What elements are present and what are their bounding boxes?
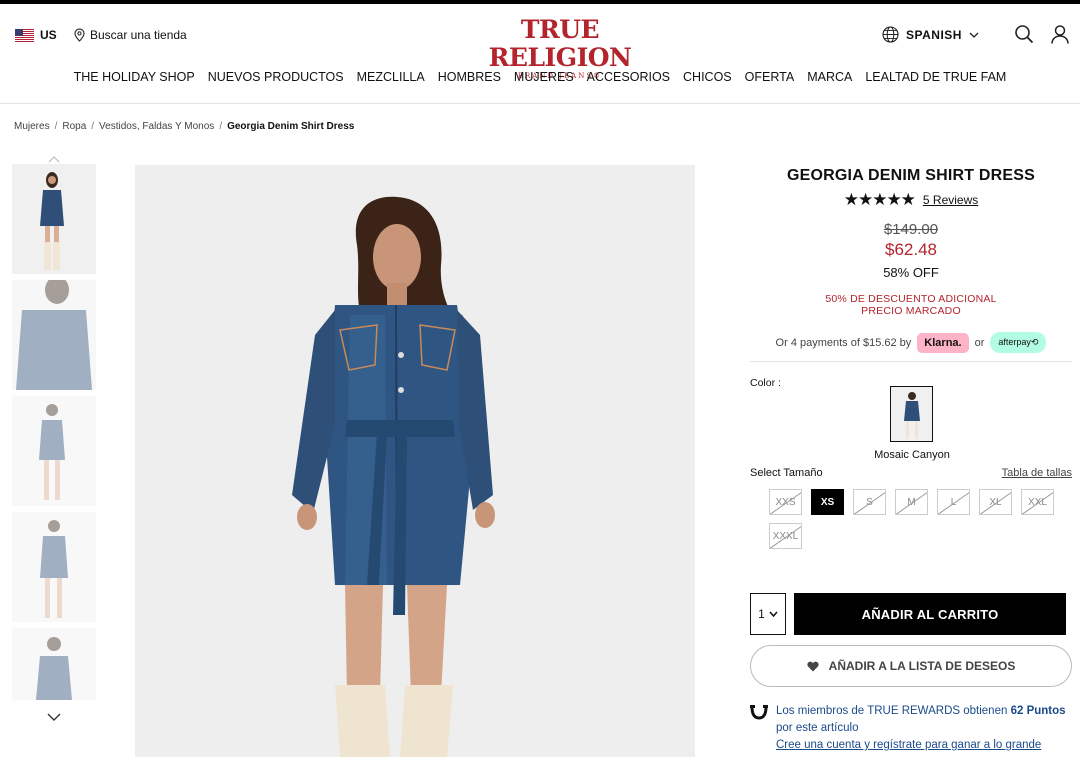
size-option-xxl[interactable]: XXL: [1021, 489, 1054, 515]
product-thumbnail[interactable]: [12, 628, 96, 700]
add-to-cart-button[interactable]: AÑADIR AL CARRITO: [794, 593, 1066, 635]
afterpay-badge[interactable]: afterpay⟲: [990, 332, 1047, 353]
klarna-badge[interactable]: Klarna.: [917, 332, 969, 353]
nav-item-holiday-shop[interactable]: THE HOLIDAY SHOP: [67, 70, 201, 84]
size-option-s[interactable]: S: [853, 489, 886, 515]
size-option-xl[interactable]: XL: [979, 489, 1012, 515]
or-label: or: [974, 336, 985, 349]
swatch-image: [891, 387, 932, 441]
globe-icon: [882, 26, 899, 43]
promo-line: PRECIO MARCADO: [861, 305, 961, 317]
thumbnail-gallery: [12, 150, 96, 706]
size-options: XXS XS S M L XL XXL XXXL: [769, 489, 1069, 549]
breadcrumb-separator: /: [54, 121, 58, 132]
heart-icon: [807, 661, 819, 671]
discount-percent: 58% OFF: [883, 265, 939, 280]
breadcrumb-current: Georgia Denim Shirt Dress: [227, 121, 355, 132]
rewards-points: 62 Puntos: [1010, 705, 1066, 717]
selected-color-name: Mosaic Canyon: [874, 449, 950, 461]
product-info-panel: GEORGIA DENIM SHIRT DRESS ★★★★★ 5 Review…: [750, 160, 1072, 751]
size-option-m[interactable]: M: [895, 489, 928, 515]
product-thumbnail[interactable]: [12, 280, 96, 390]
wishlist-label: AÑADIR A LA LISTA DE DESEOS: [828, 659, 1016, 673]
chevron-down-icon: [769, 611, 778, 617]
country-selector[interactable]: US: [15, 28, 57, 42]
location-pin-icon: [74, 28, 85, 42]
language-label: SPANISH: [906, 27, 962, 42]
main-nav: THE HOLIDAY SHOP NUEVOS PRODUCTOS MEZCLI…: [0, 70, 1080, 84]
nav-item-new-products[interactable]: NUEVOS PRODUCTOS: [201, 70, 350, 84]
rewards-line: Los miembros de TRUE REWARDS obtienen 62…: [776, 703, 1066, 720]
breadcrumb-link[interactable]: Ropa: [62, 121, 86, 132]
product-thumbnail[interactable]: [12, 512, 96, 622]
thumbnail-image: [12, 512, 96, 622]
breadcrumb-link[interactable]: Vestidos, Faldas Y Monos: [99, 121, 214, 132]
rewards-info: Los miembros de TRUE REWARDS obtienen 62…: [750, 703, 1072, 754]
thumbnail-image: [12, 628, 96, 700]
rewards-prefix: Los miembros de TRUE REWARDS obtienen: [776, 705, 1008, 717]
rating-row: ★★★★★ 5 Reviews: [750, 190, 1072, 210]
size-header: Select Tamaño Tabla de tallas: [750, 467, 1072, 479]
site-header: US Buscar una tienda TRUE RELIGION BRAND…: [0, 4, 1080, 104]
true-rewards-horseshoe-icon: [750, 705, 768, 720]
breadcrumb-separator: /: [91, 121, 95, 132]
main-product-image[interactable]: [135, 165, 695, 757]
thumbnails-up-button[interactable]: [12, 150, 96, 164]
nav-item-accessories[interactable]: ACCESORIOS: [580, 70, 676, 84]
size-chart-link[interactable]: Tabla de tallas: [1002, 467, 1072, 479]
reviews-link[interactable]: 5 Reviews: [923, 193, 978, 207]
size-option-xxxl[interactable]: XXXL: [769, 523, 802, 549]
nav-item-kids[interactable]: CHICOS: [677, 70, 739, 84]
color-swatch-mosaic-canyon[interactable]: [890, 386, 933, 442]
product-thumbnail[interactable]: [12, 164, 96, 274]
size-option-xxs[interactable]: XXS: [769, 489, 802, 515]
sale-price: $62.48: [885, 240, 937, 259]
store-finder-label: Buscar una tienda: [90, 28, 187, 42]
chevron-up-icon: [48, 156, 60, 163]
thumbnails-down-button[interactable]: [12, 708, 96, 726]
nav-item-men[interactable]: HOMBRES: [431, 70, 507, 84]
nav-item-denim[interactable]: MEZCLILLA: [350, 70, 431, 84]
product-photo: [135, 165, 695, 757]
original-price: $149.00: [883, 221, 939, 238]
language-selector[interactable]: SPANISH: [882, 26, 979, 43]
quantity-value: 1: [758, 607, 765, 621]
installment-payments: Or 4 payments of $15.62 by Klarna. or af…: [750, 332, 1072, 362]
store-finder[interactable]: Buscar una tienda: [74, 28, 187, 42]
quantity-select[interactable]: 1: [750, 593, 786, 635]
size-label: Select Tamaño: [750, 467, 823, 479]
add-to-wishlist-button[interactable]: AÑADIR A LA LISTA DE DESEOS: [750, 645, 1072, 687]
promo-line: 50% DE DESCUENTO ADICIONAL: [825, 293, 997, 305]
size-option-l[interactable]: L: [937, 489, 970, 515]
breadcrumb: Mujeres / Ropa / Vestidos, Faldas Y Mono…: [14, 121, 354, 132]
nav-item-loyalty[interactable]: LEALTAD DE TRUE FAM: [859, 70, 1013, 84]
rewards-suffix: por este artículo: [776, 722, 859, 734]
logo-wordmark: TRUE RELIGION: [488, 15, 632, 72]
breadcrumb-link[interactable]: Mujeres: [14, 121, 50, 132]
nav-item-sale[interactable]: OFERTA: [738, 70, 801, 84]
account-icon[interactable]: [1050, 24, 1070, 44]
thumbnail-image: [12, 280, 96, 390]
thumbnail-image: [12, 164, 96, 274]
nav-item-brand[interactable]: MARCA: [801, 70, 859, 84]
country-label: US: [40, 28, 57, 42]
promo-message: 50% DE DESCUENTO ADICIONAL PRECIO MARCAD…: [750, 293, 1072, 317]
us-flag-icon: [15, 28, 34, 42]
create-account-link[interactable]: Cree una cuenta y regístrate para ganar …: [776, 737, 1066, 754]
breadcrumb-separator: /: [219, 121, 223, 132]
installment-text: Or 4 payments of $15.62 by: [775, 336, 912, 349]
thumbnail-image: [12, 396, 96, 506]
product-thumbnail[interactable]: [12, 396, 96, 506]
star-rating-icon: ★★★★★: [843, 190, 916, 209]
size-option-xs[interactable]: XS: [811, 489, 844, 515]
search-icon[interactable]: [1014, 24, 1034, 44]
chevron-down-icon: [47, 713, 61, 721]
rewards-text-block: Los miembros de TRUE REWARDS obtienen 62…: [776, 703, 1066, 754]
chevron-down-icon: [969, 32, 979, 38]
product-title: GEORGIA DENIM SHIRT DRESS: [787, 167, 1035, 184]
nav-item-women[interactable]: MUJERES: [507, 70, 580, 84]
